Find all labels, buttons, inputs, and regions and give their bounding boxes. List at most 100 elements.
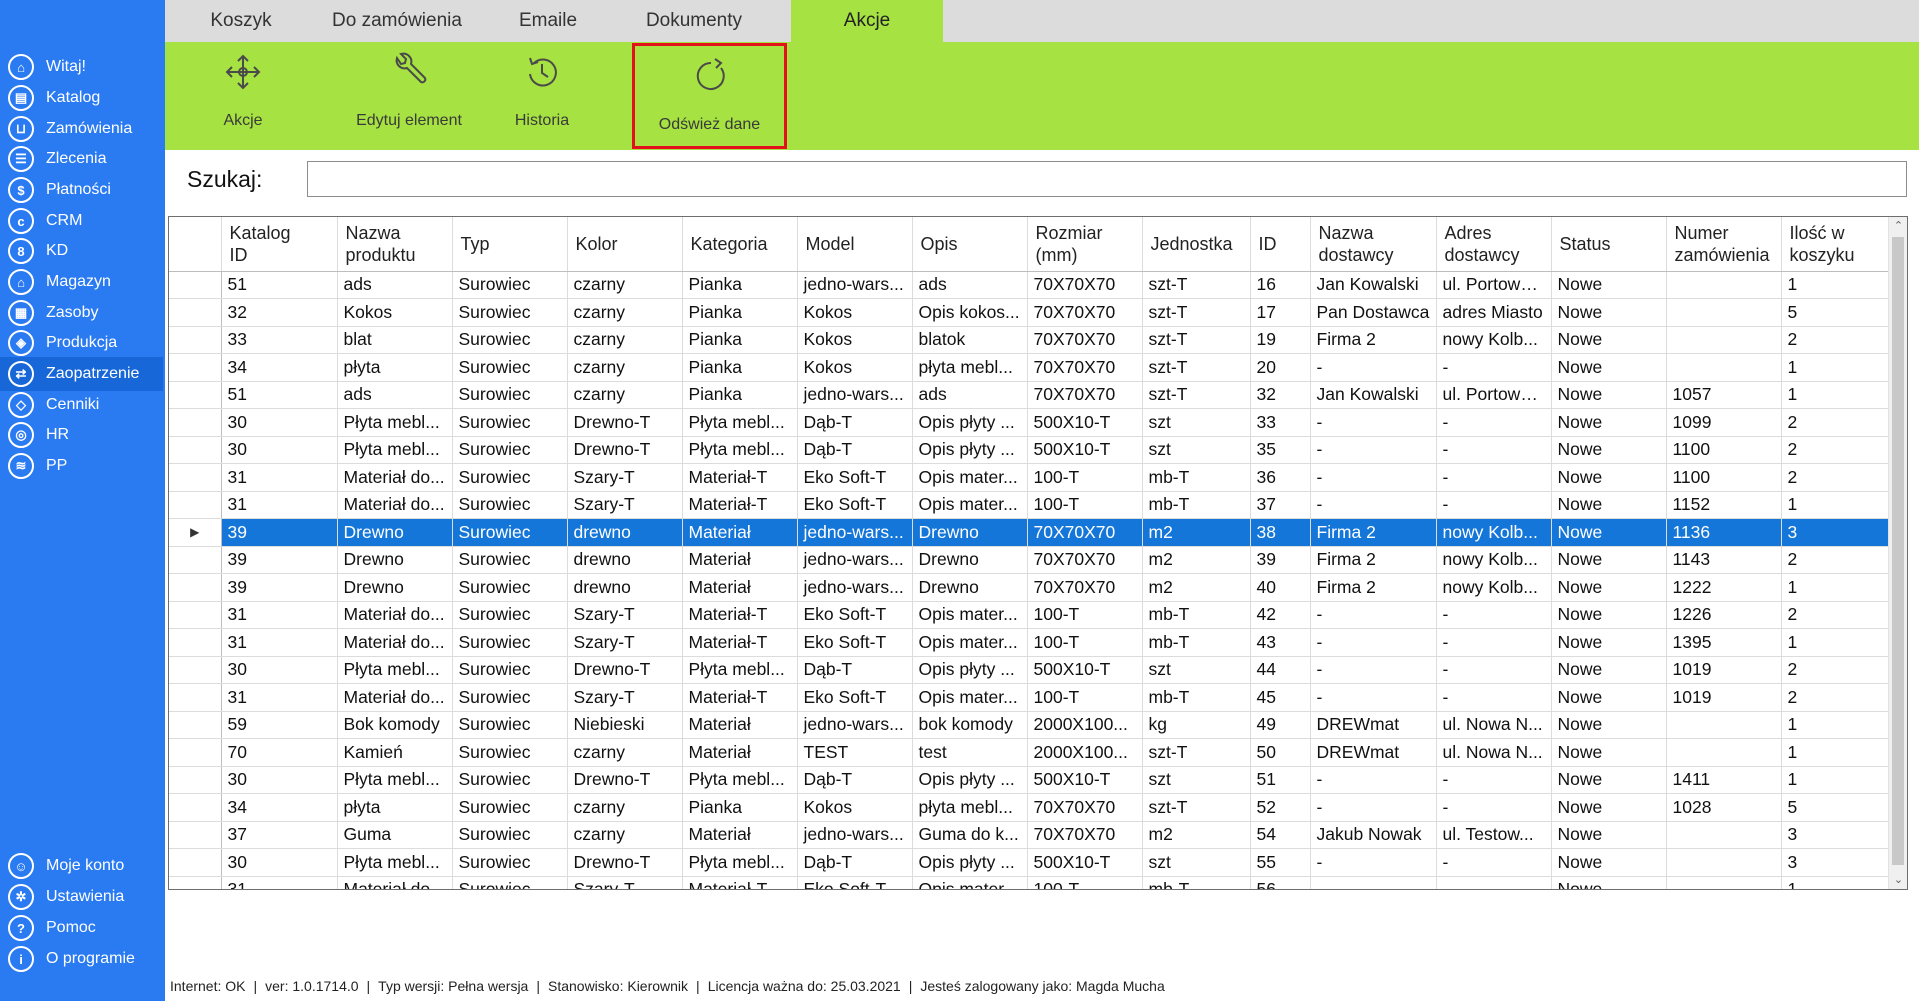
table-cell[interactable]: 70X70X70 [1027,518,1143,547]
table-cell[interactable]: Materiał do... [337,628,453,657]
table-row[interactable]: 32 Kokos Surowiec czarny Pianka Kokos Opis kok… [169,298,1897,327]
table-cell[interactable]: mb-T [1142,876,1251,889]
table-cell[interactable]: Guma [337,821,453,849]
table-cell[interactable]: - [1310,656,1437,684]
table-cell[interactable]: m2 [1142,518,1251,547]
scrollbar-thumb[interactable] [1892,237,1904,865]
table-cell[interactable]: 30 [221,656,338,684]
table-cell[interactable]: Płyta mebl... [337,436,453,464]
table-cell[interactable]: 38 [1250,518,1311,547]
table-cell[interactable]: Pan Dostawca [1310,298,1437,327]
table-cell[interactable]: 100-T [1027,491,1143,519]
table-cell[interactable]: 100-T [1027,876,1143,889]
table-cell[interactable]: szt-T [1142,271,1251,299]
table-cell[interactable]: Firma 2 [1310,518,1437,547]
table-row[interactable]: 30 Płyta mebl... Surowiec Drewno-T Płyta meb… [169,436,1897,464]
sidebar-item-pp[interactable]: ≋ PP [0,449,163,483]
table-cell[interactable]: - [1310,683,1437,712]
column-header[interactable]: Model [797,217,913,272]
table-cell[interactable]: Materiał-T [682,876,798,889]
table-cell[interactable]: DREWmat [1310,711,1437,739]
sidebar-item-hr[interactable]: ◎ HR [0,418,163,452]
sidebar-item-zamówienia[interactable]: ⊔ Zamówienia [0,112,163,146]
table-cell[interactable]: 1 [1781,573,1897,602]
table-cell[interactable]: Drewno [337,573,453,602]
table-row[interactable]: 30 Płyta mebl... Surowiec Drewno-T Płyta meb… [169,848,1897,877]
table-row[interactable]: 51 ads Surowiec czarny Pianka jedno-wars... ad… [169,271,1897,299]
table-cell[interactable]: Nowe [1551,793,1667,822]
table-cell[interactable]: mb-T [1142,628,1251,657]
table-cell[interactable]: Surowiec [452,353,568,382]
table-cell[interactable]: drewno [567,546,683,574]
table-cell[interactable]: - [1436,601,1552,629]
tab-koszyk[interactable]: Koszyk [165,0,317,42]
table-cell[interactable]: Drewno-T [567,766,683,794]
table-cell[interactable]: 54 [1250,821,1311,849]
table-cell[interactable]: - [1310,491,1437,519]
table-cell[interactable]: Surowiec [452,326,568,354]
table-cell[interactable]: jedno-wars... [797,381,913,409]
table-cell[interactable]: 2 [1781,683,1897,712]
table-cell[interactable]: - [1310,601,1437,629]
table-cell[interactable]: ads [912,271,1028,299]
table-cell[interactable]: 1 [1781,628,1897,657]
table-cell[interactable]: ads [337,271,453,299]
table-cell[interactable]: Eko Soft-T [797,463,913,492]
table-cell[interactable]: Nowe [1551,601,1667,629]
table-cell[interactable]: Nowe [1551,298,1667,327]
table-row[interactable]: 34 płyta Surowiec czarny Pianka Kokos płyta me… [169,353,1897,382]
row-header[interactable] [169,546,222,574]
table-cell[interactable]: szt-T [1142,793,1251,822]
tab-dokumenty[interactable]: Dokumenty [619,0,769,42]
table-cell[interactable]: 51 [221,271,338,299]
tab-akcje[interactable]: Akcje [791,0,943,42]
table-cell[interactable]: Nowe [1551,656,1667,684]
table-cell[interactable]: ul. Nowa N... [1436,738,1552,767]
column-header[interactable]: Kategoria [682,217,798,272]
column-header[interactable]: Kolor [567,217,683,272]
table-cell[interactable]: Nowe [1551,408,1667,437]
table-cell[interactable]: czarny [567,381,683,409]
table-cell[interactable]: Surowiec [452,271,568,299]
table-cell[interactable]: Opis płyty ... [912,436,1028,464]
table-cell[interactable]: 51 [1250,766,1311,794]
table-cell[interactable]: 52 [1250,793,1311,822]
table-cell[interactable]: - [1436,793,1552,822]
table-cell[interactable]: Nowe [1551,436,1667,464]
table-cell[interactable]: Kokos [797,793,913,822]
edytuj-element-button[interactable]: Edytuj element [329,42,489,150]
table-cell[interactable]: 30 [221,848,338,877]
table-cell[interactable]: 56 [1250,876,1311,889]
table-cell[interactable]: czarny [567,738,683,767]
sidebar-item-magazyn[interactable]: ⌂ Magazyn [0,265,163,299]
column-header[interactable]: Adres dostawcy [1436,217,1552,272]
table-row[interactable]: 30 Płyta mebl... Surowiec Drewno-T Płyta meb… [169,656,1897,684]
table-cell[interactable]: 39 [221,573,338,602]
table-row[interactable]: 31 Materiał do... Surowiec Szary-T Materiał-… [169,683,1897,712]
table-cell[interactable]: 16 [1250,271,1311,299]
table-cell[interactable]: Surowiec [452,573,568,602]
table-cell[interactable]: Surowiec [452,876,568,889]
table-cell[interactable]: 1 [1781,711,1897,739]
table-cell[interactable]: 34 [221,793,338,822]
table-cell[interactable]: Eko Soft-T [797,628,913,657]
table-cell[interactable]: Nowe [1551,491,1667,519]
table-cell[interactable]: czarny [567,821,683,849]
table-cell[interactable]: - [1436,848,1552,877]
table-cell[interactable]: Surowiec [452,518,568,547]
sidebar-item-crm[interactable]: c CRM [0,204,163,238]
table-cell[interactable]: Kokos [797,298,913,327]
table-cell[interactable]: Jan Kowalski [1310,381,1437,409]
table-cell[interactable]: 2000X100... [1027,738,1143,767]
table-cell[interactable]: Opis płyty ... [912,408,1028,437]
table-cell[interactable]: Opis płyty ... [912,656,1028,684]
table-cell[interactable]: czarny [567,326,683,354]
table-cell[interactable]: płyta mebl... [912,793,1028,822]
table-cell[interactable]: 55 [1250,848,1311,877]
table-cell[interactable]: szt [1142,766,1251,794]
table-cell[interactable]: czarny [567,353,683,382]
table-row[interactable]: 37 Guma Surowiec czarny Materiał jedno-wars..… [169,821,1897,849]
table-cell[interactable]: Materiał [682,518,798,547]
table-cell[interactable]: 34 [221,353,338,382]
row-header[interactable] [169,656,222,684]
